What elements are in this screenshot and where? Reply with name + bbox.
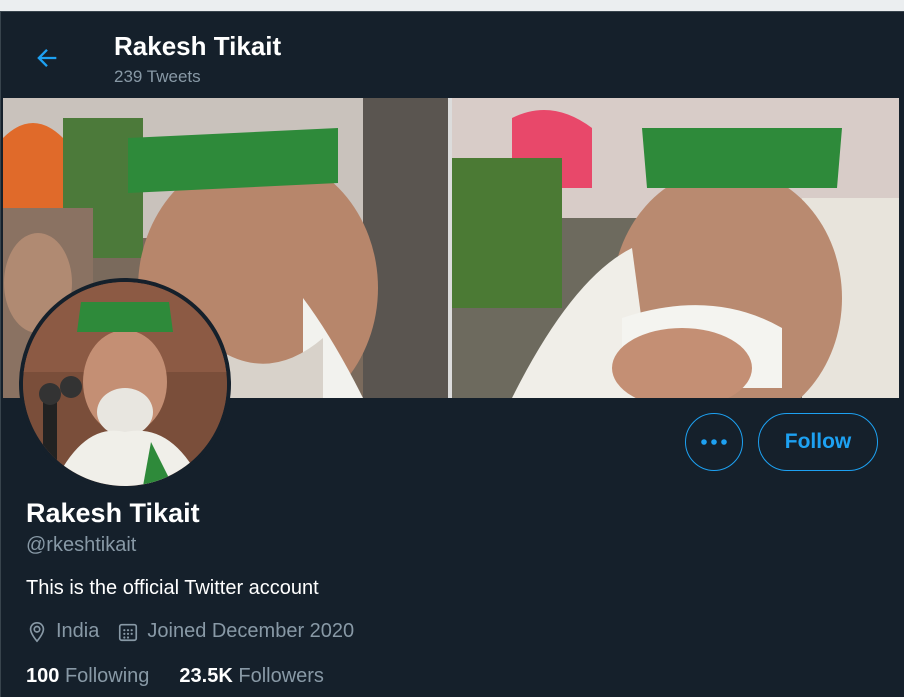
profile-header: Rakesh Tikait 239 Tweets	[1, 12, 904, 98]
following-label: Following	[64, 665, 150, 687]
browser-top-strip	[0, 0, 904, 11]
location-pin-icon	[29, 621, 45, 642]
location: India	[26, 620, 99, 643]
following-count: 100	[26, 665, 60, 687]
followers-label: Followers	[238, 665, 324, 687]
follow-button[interactable]: Follow	[758, 413, 878, 471]
banner-photo-right	[452, 98, 899, 398]
header-title: Rakesh Tikait	[114, 31, 282, 61]
calendar-icon	[119, 623, 138, 641]
join-date: Joined December 2020	[117, 620, 354, 643]
back-arrow-icon[interactable]	[33, 44, 61, 72]
profile-meta: India Joined December 2020	[26, 620, 372, 643]
join-date-text: Joined December 2020	[147, 620, 355, 642]
profile-avatar[interactable]	[19, 278, 231, 490]
profile-name: Rakesh Tikait	[26, 498, 200, 528]
more-dots-icon	[701, 439, 727, 445]
followers-count: 23.5K	[179, 665, 233, 687]
profile-handle: @rkeshtikait	[26, 534, 137, 556]
more-options-button[interactable]	[685, 413, 743, 471]
location-text: India	[56, 620, 100, 642]
tweet-count: 239 Tweets	[114, 67, 201, 86]
profile-page: Rakesh Tikait 239 Tweets Follow Rakesh T…	[0, 11, 904, 697]
following-link[interactable]: 100 Following	[26, 665, 149, 688]
followers-link[interactable]: 23.5K Followers	[179, 665, 324, 688]
profile-bio: This is the official Twitter account	[26, 577, 319, 599]
profile-stats: 100 Following 23.5K Followers	[26, 665, 354, 688]
